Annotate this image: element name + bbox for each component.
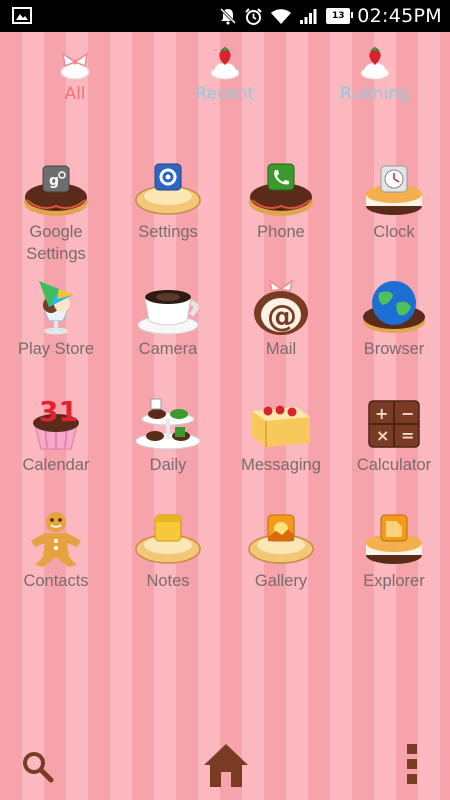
play-store-sundae-icon xyxy=(39,281,73,335)
app-label: Calendar xyxy=(22,456,90,474)
svg-text:−: − xyxy=(401,404,414,423)
globe-donut-icon xyxy=(363,281,425,333)
battery-icon: 13 xyxy=(326,8,354,24)
app-label: Phone xyxy=(257,223,305,241)
svg-text:31: 31 xyxy=(39,395,78,428)
app-browser[interactable]: Browser xyxy=(338,277,450,387)
app-clock[interactable]: Clock xyxy=(338,160,450,270)
gallery-tart-icon xyxy=(248,514,314,564)
app-play-store[interactable]: Play Store xyxy=(0,277,112,387)
mail-roll-cake-icon: @ xyxy=(254,279,308,335)
clock-cake-icon xyxy=(366,165,422,215)
svg-text:=: = xyxy=(401,426,414,445)
svg-text:@: @ xyxy=(267,299,297,334)
app-label: Notes xyxy=(146,572,190,590)
app-daily[interactable]: Daily xyxy=(112,393,224,503)
app-label: Google xyxy=(29,223,83,241)
app-mail[interactable]: @ Mail xyxy=(225,277,337,387)
bottom-bar xyxy=(0,735,450,800)
app-contacts[interactable]: Contacts xyxy=(0,509,112,619)
app-label: Contacts xyxy=(23,572,89,590)
notes-tart-icon xyxy=(135,514,201,564)
app-calculator[interactable]: + − × = Calculator xyxy=(338,393,450,503)
wifi-icon xyxy=(271,8,292,24)
messaging-cake-icon xyxy=(252,405,310,447)
app-notes[interactable]: Notes xyxy=(112,509,224,619)
tab-recent[interactable]: Recent xyxy=(165,40,285,110)
search-icon[interactable] xyxy=(20,749,56,785)
home-icon[interactable] xyxy=(200,739,252,791)
svg-text:×: × xyxy=(376,426,389,445)
app-settings[interactable]: Settings xyxy=(112,160,224,270)
app-label: Daily xyxy=(149,456,187,474)
google-settings-donut-icon: g xyxy=(24,165,88,216)
tab-running[interactable]: Running xyxy=(315,40,435,110)
app-label: Clock xyxy=(373,223,415,241)
app-label: Calculator xyxy=(356,456,432,474)
battery-level: 13 xyxy=(332,11,345,21)
app-calendar[interactable]: 31 Calendar xyxy=(0,393,112,503)
app-label: Settings xyxy=(138,223,198,241)
tab-running-label: Running xyxy=(340,84,410,104)
app-label: Mail xyxy=(265,340,297,358)
gingerbread-man-icon xyxy=(31,512,81,567)
app-label: Browser xyxy=(363,340,425,358)
app-label: Gallery xyxy=(254,572,308,590)
bow-cream-icon xyxy=(60,52,90,80)
strawberry-cream-icon xyxy=(210,46,240,80)
app-label-line2: Settings xyxy=(26,245,86,263)
mute-icon xyxy=(220,7,237,25)
svg-text:+: + xyxy=(375,404,388,423)
image-notification-icon xyxy=(12,7,32,24)
app-label: Explorer xyxy=(363,572,425,590)
app-messaging[interactable]: Messaging xyxy=(225,393,337,503)
tab-all-label: All xyxy=(64,84,86,104)
strawberry-cream-icon xyxy=(360,46,390,80)
calendar-cupcake-icon: 31 xyxy=(33,395,79,450)
app-label: Messaging xyxy=(241,456,321,474)
coffee-cup-icon xyxy=(137,290,199,335)
tab-all[interactable]: All xyxy=(15,40,135,110)
app-label: Play Store xyxy=(17,340,95,358)
status-bar: 13 02:45PM xyxy=(0,0,450,32)
app-explorer[interactable]: Explorer xyxy=(338,509,450,619)
svg-text:g: g xyxy=(49,173,59,189)
app-camera[interactable]: Camera xyxy=(112,277,224,387)
tab-bar: All Recent Running xyxy=(0,40,450,110)
tab-recent-label: Recent xyxy=(195,84,255,104)
app-phone[interactable]: Phone xyxy=(225,160,337,270)
app-gallery[interactable]: Gallery xyxy=(225,509,337,619)
settings-tart-icon xyxy=(135,163,201,215)
explorer-cake-icon xyxy=(366,514,422,564)
alarm-icon xyxy=(245,7,262,25)
signal-icon xyxy=(300,8,317,24)
daily-tiered-stand-icon xyxy=(135,398,201,450)
app-label: Camera xyxy=(138,340,198,358)
phone-donut-icon xyxy=(249,163,313,216)
menu-dots-icon[interactable] xyxy=(402,741,422,787)
app-google-settings[interactable]: g Google Settings xyxy=(0,160,112,270)
status-clock: 02:45PM xyxy=(357,5,442,27)
calculator-chocolate-icon: + − × = xyxy=(368,400,420,448)
